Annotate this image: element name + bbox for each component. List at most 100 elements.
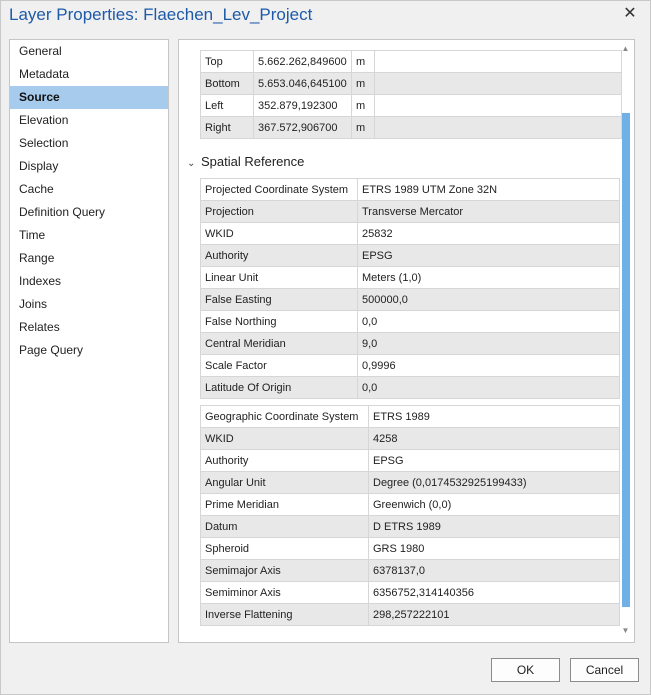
extent-spacer (374, 116, 622, 139)
property-row: Geographic Coordinate System ETRS 1989 (200, 405, 620, 428)
property-label: Latitude Of Origin (200, 376, 358, 399)
property-row: Projected Coordinate System ETRS 1989 UTM… (200, 178, 620, 201)
property-row: Projection Transverse Mercator (200, 200, 620, 223)
property-value: 298,257222101 (368, 603, 620, 626)
property-label: False Northing (200, 310, 358, 333)
property-row: Semiminor Axis 6356752,314140356 (200, 581, 620, 604)
extent-unit: m (351, 94, 375, 117)
vertical-scrollbar[interactable]: ▲ ▼ (619, 42, 632, 640)
sidebar-item-joins[interactable]: Joins (10, 293, 168, 316)
property-label: Spheroid (200, 537, 369, 560)
cancel-button[interactable]: Cancel (570, 658, 639, 682)
extent-row: Bottom 5.653.046,645100 m (200, 72, 622, 95)
property-row: Inverse Flattening 298,257222101 (200, 603, 620, 626)
property-row: WKID 25832 (200, 222, 620, 245)
property-value: Transverse Mercator (357, 200, 620, 223)
property-label: Datum (200, 515, 369, 538)
property-row: Authority EPSG (200, 449, 620, 472)
sidebar-item-page-query[interactable]: Page Query (10, 339, 168, 362)
extent-spacer (374, 94, 622, 117)
property-value: 500000,0 (357, 288, 620, 311)
property-value: D ETRS 1989 (368, 515, 620, 538)
property-row: WKID 4258 (200, 427, 620, 450)
extent-label: Left (200, 94, 254, 117)
property-row: Scale Factor 0,9996 (200, 354, 620, 377)
sidebar-nav: General Metadata Source Elevation Selection D… (9, 39, 169, 643)
extent-label: Right (200, 116, 254, 139)
property-value: EPSG (368, 449, 620, 472)
spatial-reference-header[interactable]: ⌄ Spatial Reference (187, 154, 304, 172)
property-label: WKID (200, 222, 358, 245)
property-label: WKID (200, 427, 369, 450)
property-value: 25832 (357, 222, 620, 245)
property-value: 9,0 (357, 332, 620, 355)
property-row: Semimajor Axis 6378137,0 (200, 559, 620, 582)
property-label: Projected Coordinate System (200, 178, 358, 201)
layer-properties-dialog: Layer Properties: Flaechen_Lev_Project ✕… (0, 0, 651, 695)
property-row: Authority EPSG (200, 244, 620, 267)
sidebar-item-cache[interactable]: Cache (10, 178, 168, 201)
property-value: 4258 (368, 427, 620, 450)
extent-value: 367.572,906700 (253, 116, 352, 139)
spatial-reference-label: Spatial Reference (201, 154, 305, 169)
extent-spacer (374, 50, 622, 73)
property-value: Degree (0,0174532925199433) (368, 471, 620, 494)
property-value: 0,0 (357, 310, 620, 333)
property-value: 6378137,0 (368, 559, 620, 582)
property-value: Greenwich (0,0) (368, 493, 620, 516)
property-label: Semiminor Axis (200, 581, 369, 604)
sidebar-item-elevation[interactable]: Elevation (10, 109, 168, 132)
property-row: Latitude Of Origin 0,0 (200, 376, 620, 399)
property-value: 0,0 (357, 376, 620, 399)
extent-unit: m (351, 72, 375, 95)
property-label: Semimajor Axis (200, 559, 369, 582)
sidebar-item-range[interactable]: Range (10, 247, 168, 270)
ok-button[interactable]: OK (491, 658, 560, 682)
sidebar-item-display[interactable]: Display (10, 155, 168, 178)
sidebar-item-indexes[interactable]: Indexes (10, 270, 168, 293)
property-row: Central Meridian 9,0 (200, 332, 620, 355)
sidebar-item-general[interactable]: General (10, 40, 168, 63)
extent-value: 352.879,192300 (253, 94, 352, 117)
property-label: Authority (200, 449, 369, 472)
scroll-up-icon[interactable]: ▲ (620, 44, 631, 54)
property-value: GRS 1980 (368, 537, 620, 560)
sidebar-item-selection[interactable]: Selection (10, 132, 168, 155)
property-label: Linear Unit (200, 266, 358, 289)
extent-row: Left 352.879,192300 m (200, 94, 622, 117)
title-bar: Layer Properties: Flaechen_Lev_Project ✕ (1, 1, 650, 31)
property-label: Central Meridian (200, 332, 358, 355)
property-label: Authority (200, 244, 358, 267)
projected-coordinate-system-table: Projected Coordinate System ETRS 1989 UTM… (200, 178, 620, 399)
sidebar-item-relates[interactable]: Relates (10, 316, 168, 339)
sidebar-item-definition-query[interactable]: Definition Query (10, 201, 168, 224)
scrollbar-thumb[interactable] (622, 113, 630, 607)
geographic-coordinate-system-table: Geographic Coordinate System ETRS 1989 WKI… (200, 405, 620, 626)
property-row: Linear Unit Meters (1,0) (200, 266, 620, 289)
property-value: Meters (1,0) (357, 266, 620, 289)
extent-unit: m (351, 50, 375, 73)
extent-value: 5.653.046,645100 (253, 72, 352, 95)
property-value: 0,9996 (357, 354, 620, 377)
property-label: Angular Unit (200, 471, 369, 494)
property-label: Projection (200, 200, 358, 223)
extent-unit: m (351, 116, 375, 139)
scroll-area: Top 5.662.262,849600 m Bottom 5.653.046,6451… (179, 40, 622, 642)
scroll-down-icon[interactable]: ▼ (620, 626, 631, 636)
property-value: ETRS 1989 (368, 405, 620, 428)
property-row: False Northing 0,0 (200, 310, 620, 333)
close-icon[interactable]: ✕ (620, 4, 640, 24)
property-label: Inverse Flattening (200, 603, 369, 626)
property-row: False Easting 500000,0 (200, 288, 620, 311)
property-row: Datum D ETRS 1989 (200, 515, 620, 538)
property-label: Scale Factor (200, 354, 358, 377)
property-label: Geographic Coordinate System (200, 405, 369, 428)
sidebar-item-time[interactable]: Time (10, 224, 168, 247)
property-value: ETRS 1989 UTM Zone 32N (357, 178, 620, 201)
property-label: Prime Meridian (200, 493, 369, 516)
property-value: 6356752,314140356 (368, 581, 620, 604)
sidebar-item-metadata[interactable]: Metadata (10, 63, 168, 86)
sidebar-item-source[interactable]: Source (10, 86, 168, 109)
extent-row: Top 5.662.262,849600 m (200, 50, 622, 73)
dialog-title: Layer Properties: Flaechen_Lev_Project (9, 5, 313, 24)
